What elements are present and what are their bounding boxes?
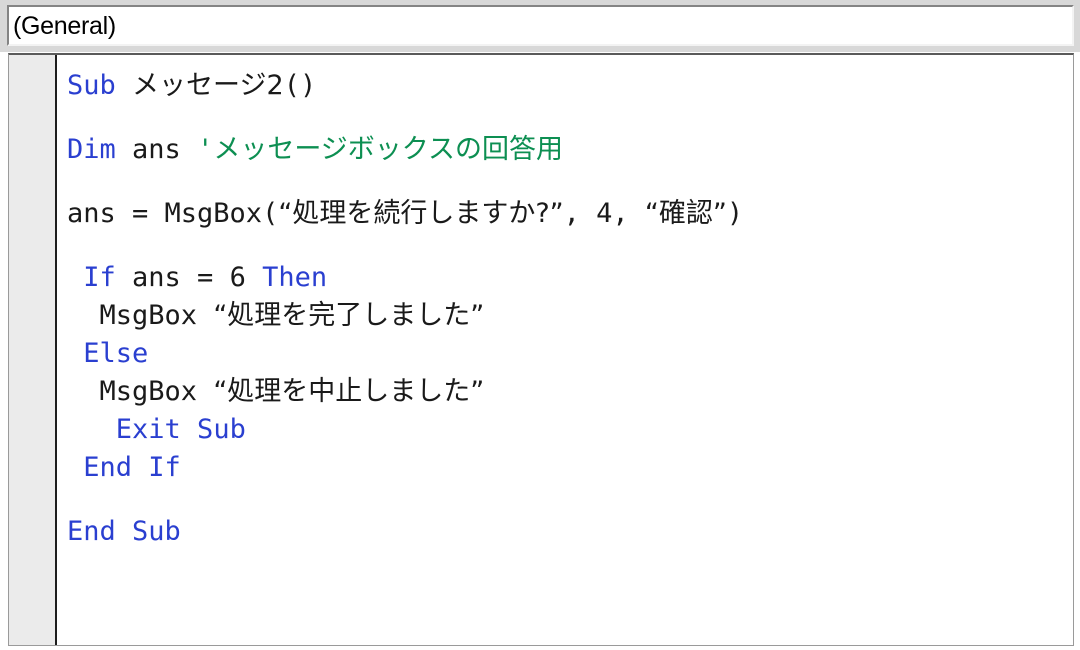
code-line: Dim ans 'メッセージボックスの回答用 [57, 131, 1073, 169]
code-line: End If [57, 449, 1073, 487]
code-line: If ans = 6 Then [57, 259, 1073, 297]
code-token: End Sub [67, 516, 181, 547]
editor-margin-indicator-bar[interactable] [9, 55, 57, 645]
code-token: ans = 6 [115, 262, 263, 293]
vba-editor-window: (General) Sub メッセージ2() Dim ans 'メッセージボック… [0, 0, 1080, 650]
code-token: () [283, 70, 317, 101]
code-token: Exit Sub [115, 414, 246, 445]
code-line: End Sub [57, 513, 1073, 551]
code-token: Dim [67, 134, 116, 165]
code-token: Sub [67, 70, 116, 101]
code-token: ans = MsgBox( [67, 198, 279, 229]
code-token: “確認” [644, 198, 727, 229]
code-line: ans = MsgBox(“処理を続行しますか?”, 4, “確認”) [57, 195, 1073, 233]
code-token: Else [83, 338, 149, 369]
code-token: , 4, [563, 198, 645, 229]
code-line: Exit Sub [57, 411, 1073, 449]
code-line: Else [57, 335, 1073, 373]
code-token: MsgBox [67, 300, 214, 331]
object-dropdown-bar: (General) [0, 0, 1080, 52]
code-token: メッセージ2 [132, 70, 284, 101]
code-token: “処理を中止しました” [213, 376, 485, 407]
code-token: MsgBox [67, 376, 214, 407]
code-line: MsgBox “処理を完了しました” [57, 297, 1073, 335]
code-line: MsgBox “処理を中止しました” [57, 373, 1073, 411]
code-token: Then [262, 262, 328, 293]
code-text-area[interactable]: Sub メッセージ2() Dim ans 'メッセージボックスの回答用 ans … [57, 55, 1073, 645]
code-token: ans [115, 134, 198, 165]
code-editor-panel: Sub メッセージ2() Dim ans 'メッセージボックスの回答用 ans … [8, 53, 1074, 646]
code-token: “処理を続行しますか?” [278, 198, 564, 229]
code-token: メッセージボックスの回答用 [213, 134, 563, 165]
code-token: “処理を完了しました” [213, 300, 485, 331]
code-token: End If [83, 452, 181, 483]
code-token: ' [197, 134, 214, 165]
object-dropdown-label: (General) [13, 11, 116, 40]
code-token: If [83, 262, 116, 293]
code-line: Sub メッセージ2() [57, 67, 1073, 105]
code-token: ) [726, 198, 744, 229]
object-dropdown[interactable]: (General) [7, 5, 1074, 46]
